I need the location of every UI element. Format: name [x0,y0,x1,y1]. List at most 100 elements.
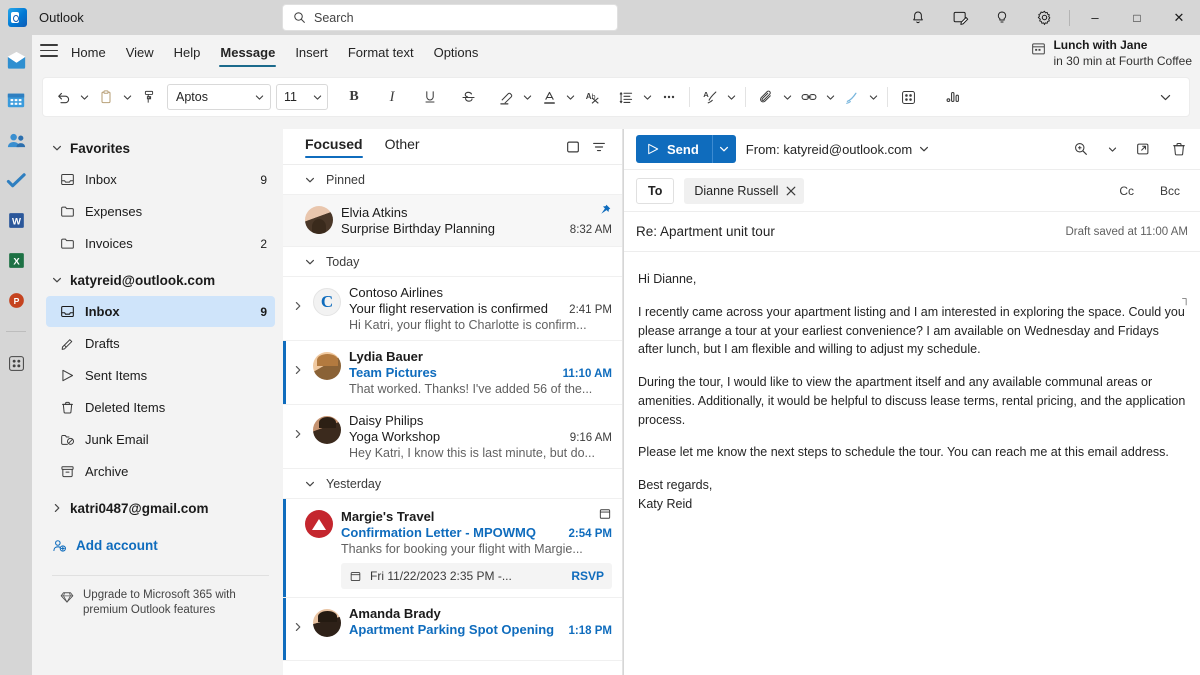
hamburger-menu-icon[interactable] [40,44,58,58]
filter-icon[interactable] [586,134,612,160]
rail-word-icon[interactable]: W [5,209,27,231]
apps-button[interactable] [894,82,922,112]
cc-button[interactable]: Cc [1111,184,1142,198]
recipient-pill[interactable]: Dianne Russell [684,177,805,204]
highlight-chevron-icon[interactable] [520,82,535,112]
note-edit-icon[interactable] [939,0,981,35]
paragraph-chevron-icon[interactable] [640,82,655,112]
sidebar-item-inbox[interactable]: Inbox 9 [46,296,275,327]
sidebar-item-sent-items[interactable]: Sent Items [46,360,275,391]
attach-file-button[interactable] [752,82,780,112]
rail-mail-icon[interactable] [5,49,27,71]
expand-conversation-icon[interactable] [293,349,305,396]
section-header-today[interactable]: Today [283,247,622,277]
sidebar-item-junk-email[interactable]: Junk Email [46,424,275,455]
tab-view[interactable]: View [117,41,163,64]
second-account-header[interactable]: katri0487@gmail.com [32,493,283,523]
undo-icon[interactable] [49,82,77,112]
more-formatting-icon[interactable] [655,82,683,112]
notifications-bell-icon[interactable] [897,0,939,35]
highlight-color-button[interactable] [492,82,520,112]
font-color-button[interactable] [535,82,563,112]
account-group-header[interactable]: katyreid@outlook.com [32,265,283,295]
tab-home[interactable]: Home [62,41,115,64]
favorites-group-header[interactable]: Favorites [32,133,283,163]
expand-conversation-icon[interactable] [293,413,305,460]
sidebar-item-expenses[interactable]: Expenses [46,196,275,227]
paste-chevron-icon[interactable] [120,82,135,112]
message-body[interactable]: ┐ Hi Dianne, I recently came across your… [624,252,1200,514]
attach-chevron-icon[interactable] [780,82,795,112]
sidebar-item-favorites-inbox[interactable]: Inbox 9 [46,164,275,195]
rail-excel-icon[interactable]: X [5,249,27,271]
bcc-button[interactable]: Bcc [1152,184,1188,198]
signature-button[interactable]: A [696,82,724,112]
poll-chart-button[interactable] [940,82,968,112]
paste-clipboard-icon[interactable] [92,82,120,112]
rail-todo-icon[interactable] [5,169,27,191]
maximize-button[interactable]: □ [1116,0,1158,35]
pin-icon[interactable] [598,203,612,217]
send-button[interactable]: Send [636,135,712,163]
rail-more-apps-icon[interactable] [5,352,27,374]
tips-lightbulb-icon[interactable] [981,0,1023,35]
zoom-chevron-icon[interactable] [1104,136,1120,162]
sidebar-item-deleted-items[interactable]: Deleted Items [46,392,275,423]
pop-out-icon[interactable] [1130,136,1156,162]
strikethrough-button[interactable] [454,82,482,112]
table-row[interactable]: C Contoso Airlines Your flight reservati… [283,277,622,341]
discard-draft-icon[interactable] [1166,136,1192,162]
ribbon-expand-chevron-icon[interactable] [1151,82,1179,112]
to-button[interactable]: To [636,177,675,204]
rail-people-icon[interactable] [5,129,27,151]
expand-conversation-icon[interactable] [293,285,305,332]
table-row[interactable]: Amanda Brady Apartment Parking Spot Open… [283,598,622,661]
section-header-yesterday[interactable]: Yesterday [283,469,622,499]
table-row[interactable]: Lydia Bauer Team Pictures 11:10 AM That … [283,341,622,405]
undo-chevron-icon[interactable] [77,82,92,112]
zoom-icon[interactable] [1068,136,1094,162]
font-size-select[interactable]: 11 [276,84,328,110]
sidebar-item-drafts[interactable]: Drafts [46,328,275,359]
format-painter-icon[interactable] [135,82,163,112]
upgrade-promo[interactable]: Upgrade to Microsoft 365 with premium Ou… [32,576,283,619]
link-chevron-icon[interactable] [823,82,838,112]
ink-chevron-icon[interactable] [866,82,881,112]
rsvp-button[interactable]: RSVP [571,569,604,583]
rail-powerpoint-icon[interactable]: P [5,289,27,311]
tab-format-text[interactable]: Format text [339,41,423,64]
sidebar-item-invoices[interactable]: Invoices 2 [46,228,275,259]
italic-button[interactable]: I [378,82,406,112]
rail-calendar-icon[interactable] [5,89,27,111]
ink-draw-button[interactable] [838,82,866,112]
expand-conversation-icon[interactable] [293,606,305,652]
search-input[interactable]: Search [282,4,618,31]
font-color-chevron-icon[interactable] [563,82,578,112]
bold-button[interactable]: B [340,82,368,112]
underline-button[interactable] [416,82,444,112]
tab-insert[interactable]: Insert [286,41,337,64]
settings-gear-icon[interactable] [1023,0,1065,35]
reading-pane-toggle-icon[interactable] [560,134,586,160]
meeting-reminder[interactable]: Lunch with Jane in 30 min at Fourth Coff… [1031,38,1192,70]
paragraph-spacing-button[interactable] [612,82,640,112]
tab-focused[interactable]: Focused [305,136,363,158]
close-button[interactable]: ✕ [1158,0,1200,35]
minimize-button[interactable]: – [1074,0,1116,35]
subject-input[interactable]: Re: Apartment unit tour [636,224,1065,239]
tab-help[interactable]: Help [165,41,210,64]
from-chevron-icon[interactable] [919,144,929,154]
insert-link-button[interactable] [795,82,823,112]
sidebar-item-archive[interactable]: Archive [46,456,275,487]
signature-chevron-icon[interactable] [724,82,739,112]
event-rsvp-chip[interactable]: Fri 11/22/2023 2:35 PM -... RSVP [341,563,612,589]
tab-message[interactable]: Message [211,41,284,67]
clear-formatting-button[interactable]: Ab [578,82,606,112]
add-account-button[interactable]: Add account [32,529,283,561]
font-name-select[interactable]: Aptos [167,84,271,110]
table-row[interactable]: Margie's Travel Confirmation Letter - MP… [283,499,622,598]
send-options-chevron-icon[interactable] [711,135,736,163]
tab-other[interactable]: Other [385,136,420,158]
from-field[interactable]: From: katyreid@outlook.com [746,142,929,157]
section-header-pinned[interactable]: Pinned [283,165,622,195]
